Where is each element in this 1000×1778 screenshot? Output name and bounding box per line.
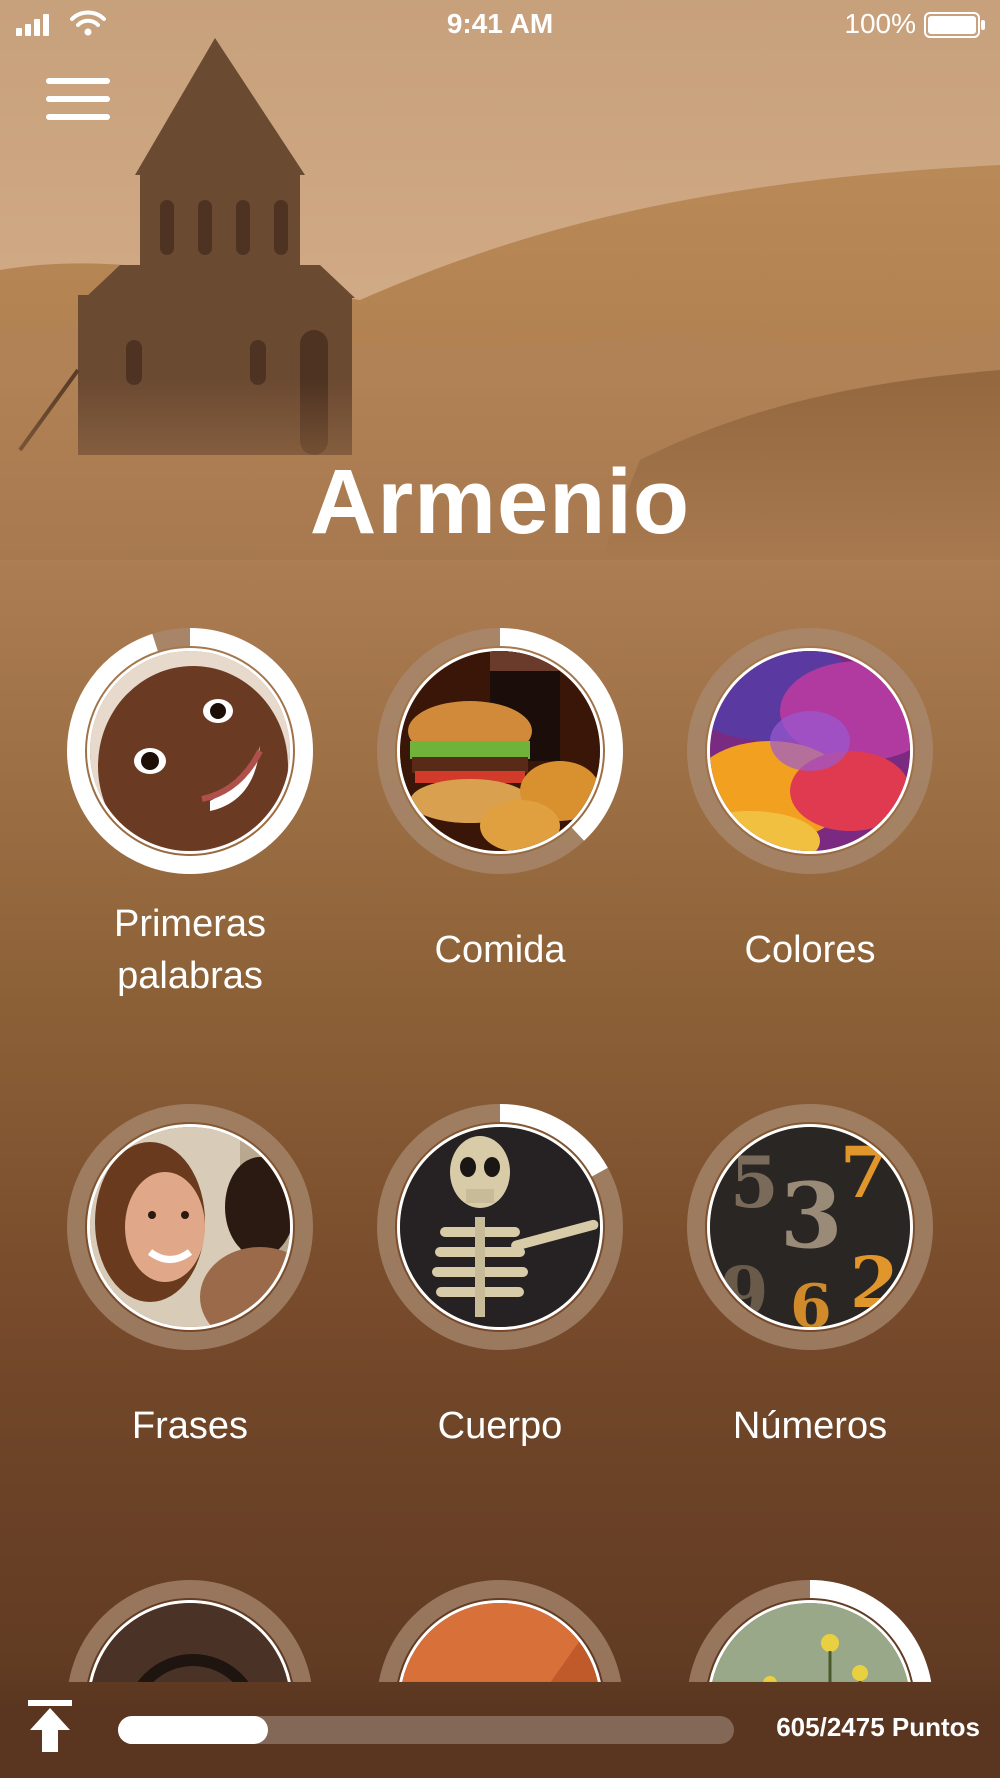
topic-progress-ring: [687, 1580, 933, 1682]
topic-card[interactable]: [660, 1580, 960, 1682]
topic-progress-ring: 537296: [687, 1104, 933, 1350]
topic-card[interactable]: Primeras palabras: [40, 628, 340, 1002]
topic-card[interactable]: Cuerpo: [350, 1104, 650, 1452]
topic-progress-ring: [67, 1104, 313, 1350]
topic-card[interactable]: 5 3 7 2 9 6 Números: [660, 1104, 960, 1452]
points-progress-fill: [118, 1716, 269, 1744]
topic-label: Primeras palabras: [40, 898, 340, 1002]
topic-card[interactable]: [350, 1580, 650, 1682]
topic-photo: [87, 648, 293, 854]
points-progress-bar: [118, 1716, 734, 1744]
topic-label-line: Números: [732, 1405, 888, 1447]
topic-label-line: Colores: [744, 929, 876, 971]
topic-label: Números: [660, 1400, 960, 1452]
topic-label-line: palabras: [117, 955, 263, 997]
topic-progress-ring: [377, 1580, 623, 1682]
battery-percent: 100%: [844, 8, 916, 39]
hamburger-icon[interactable]: [46, 78, 110, 124]
topic-progress-ring: [687, 628, 933, 874]
svg-text:6: 6: [790, 1272, 832, 1330]
topic-label-line: Cuerpo: [437, 1405, 563, 1447]
topic-card[interactable]: Comida: [350, 628, 650, 976]
topic-card[interactable]: Frases: [40, 1104, 340, 1452]
topic-label: Cuerpo: [350, 1400, 650, 1452]
topic-progress-ring: [67, 1580, 313, 1682]
topic-card[interactable]: [40, 1580, 340, 1682]
topic-photo: [87, 1124, 293, 1330]
topic-card[interactable]: Colores: [660, 628, 960, 976]
svg-text:5: 5: [730, 1141, 779, 1224]
topic-photo: [397, 1124, 603, 1330]
topic-progress-ring: [67, 628, 313, 874]
topic-label-line: Primeras: [113, 903, 267, 945]
topic-label: Colores: [660, 924, 960, 976]
points-label: 605/2475 Puntos: [776, 1712, 980, 1742]
battery-icon: [924, 12, 985, 38]
topic-progress-ring: [377, 628, 623, 874]
topic-photo: [707, 648, 913, 854]
topic-label-line: Frases: [131, 1405, 249, 1447]
topic-progress-ring: [377, 1104, 623, 1350]
topic-label: Comida: [350, 924, 650, 976]
topic-photo: [397, 648, 603, 854]
status-bar: 9:41 AM 100%: [0, 0, 1000, 50]
topic-label: Frases: [40, 1400, 340, 1452]
language-title: Armenio: [309, 451, 691, 553]
topic-photo: 537296: [707, 1124, 913, 1330]
topic-label-line: Comida: [434, 929, 566, 971]
upload-arrow-icon[interactable]: [26, 1700, 74, 1752]
svg-text:3: 3: [780, 1163, 843, 1269]
